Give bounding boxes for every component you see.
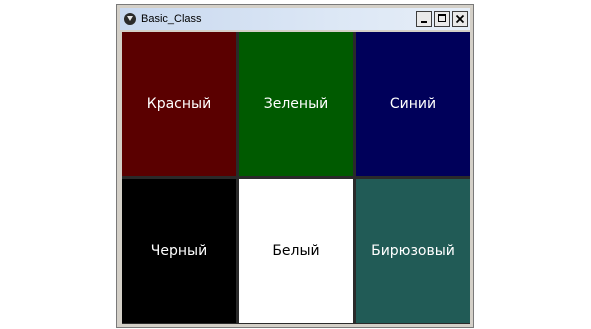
maximize-icon	[438, 14, 446, 22]
color-cell-green[interactable]: Зеленый	[239, 32, 353, 176]
window-title: Basic_Class	[141, 13, 202, 25]
color-cell-label: Зеленый	[263, 96, 329, 112]
minimize-button[interactable]	[416, 11, 432, 27]
color-cell-blue[interactable]: Синий	[356, 32, 470, 176]
window-controls	[416, 11, 468, 27]
color-cell-white[interactable]: Белый	[239, 179, 353, 323]
color-cell-label: Черный	[150, 243, 208, 259]
app-icon[interactable]	[124, 13, 136, 25]
color-grid: Красный Зеленый Синий Черный Белый Бирюз…	[122, 32, 470, 324]
color-cell-label: Красный	[146, 96, 212, 112]
close-icon	[455, 14, 465, 24]
color-cell-label: Бирюзовый	[371, 243, 455, 259]
maximize-button[interactable]	[434, 11, 450, 27]
color-cell-red[interactable]: Красный	[122, 32, 236, 176]
title-bar[interactable]: Basic_Class	[120, 8, 470, 30]
close-button[interactable]	[452, 11, 468, 27]
color-cell-label: Белый	[272, 243, 320, 259]
minimize-icon	[421, 21, 427, 23]
color-cell-label: Синий	[389, 96, 437, 112]
color-cell-turquoise[interactable]: Бирюзовый	[356, 179, 470, 323]
app-window: Basic_Class Красный Зеленый Синий Черный…	[116, 4, 474, 328]
color-cell-black[interactable]: Черный	[122, 179, 236, 323]
